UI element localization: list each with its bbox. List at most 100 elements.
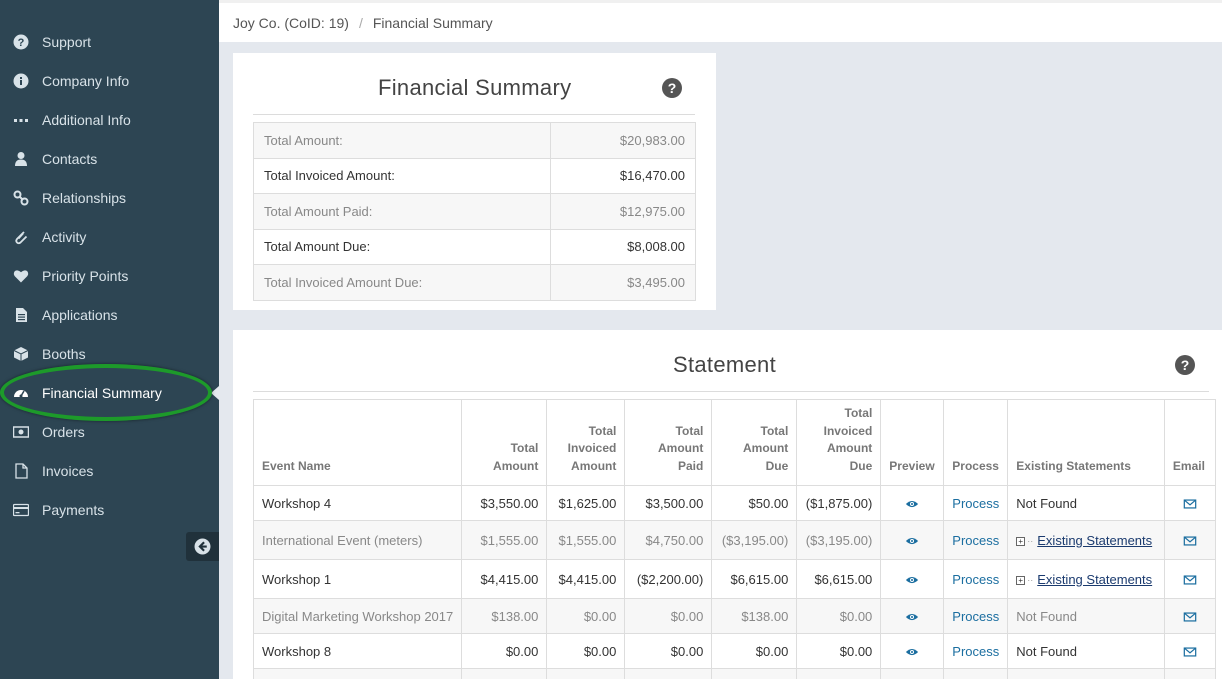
user-icon	[0, 151, 42, 167]
tree-dots-icon: ··	[1027, 536, 1034, 547]
row-label: Total Amount:	[253, 122, 551, 159]
help-icon[interactable]: ?	[1175, 355, 1195, 375]
cell-empty	[796, 668, 882, 679]
sidebar-item-financial-summary[interactable]: Financial Summary	[0, 373, 219, 412]
breadcrumb-company-link[interactable]: Joy Co. (CoID: 19)	[233, 15, 349, 31]
sidebar-item-additional-info[interactable]: Additional Info	[0, 100, 219, 139]
table-row: Total Invoiced Amount Due: $3,495.00	[253, 264, 696, 301]
sidebar-item-label: Payments	[42, 501, 105, 518]
sidebar-item-company-info[interactable]: Company Info	[0, 61, 219, 100]
cell-total-amount-paid: $0.00	[624, 598, 713, 634]
money-icon	[0, 424, 42, 440]
sidebar-item-support[interactable]: ? Support	[0, 22, 219, 61]
existing-statements-link[interactable]: Existing Statements	[1037, 572, 1152, 587]
sidebar-item-label: Activity	[42, 228, 87, 245]
info-circle-icon	[0, 73, 42, 89]
sidebar-item-applications[interactable]: Applications	[0, 295, 219, 334]
process-cell: Process	[943, 485, 1009, 521]
process-link[interactable]: Process	[952, 533, 999, 548]
cell-total-amount-paid: $3,500.00	[624, 485, 713, 521]
expand-icon[interactable]: +	[1016, 536, 1026, 546]
sidebar-item-relationships[interactable]: Relationships	[0, 178, 219, 217]
table-row: Total Amount: $20,983.00	[253, 122, 696, 159]
cell-empty	[1007, 668, 1165, 679]
sidebar-item-label: Financial Summary	[42, 384, 162, 401]
existing-statements-cell: + ·· Existing Statements	[1007, 520, 1165, 560]
preview-cell	[880, 633, 945, 669]
sidebar-item-booths[interactable]: Booths	[0, 334, 219, 373]
cell-empty	[461, 668, 548, 679]
eye-icon[interactable]	[905, 610, 919, 624]
sidebar-item-activity[interactable]: Activity	[0, 217, 219, 256]
sidebar-item-label: Applications	[42, 306, 118, 323]
file-icon	[0, 462, 42, 479]
col-total-amount: Total Amount	[461, 399, 548, 486]
cell-empty	[1163, 668, 1217, 679]
cell-total-amount: $3,550.00	[461, 485, 548, 521]
email-cell	[1163, 520, 1217, 560]
envelope-icon[interactable]	[1183, 645, 1197, 659]
col-total-invoiced-amount: Total Invoiced Amount	[546, 399, 626, 486]
cell-empty	[624, 668, 713, 679]
sidebar-collapse-button[interactable]	[186, 532, 219, 561]
col-process: Process	[943, 399, 1009, 486]
expand-icon[interactable]: +	[1016, 575, 1026, 585]
sidebar-item-invoices[interactable]: Invoices	[0, 451, 219, 490]
cell-total-amount-paid: ($2,200.00)	[624, 559, 713, 599]
col-event-name: Event Name	[252, 399, 463, 486]
sidebar-item-label: Additional Info	[42, 111, 131, 128]
arrow-circle-left-icon	[194, 538, 211, 555]
envelope-icon[interactable]	[1183, 573, 1197, 587]
breadcrumb-separator: /	[358, 14, 363, 31]
help-icon[interactable]: ?	[662, 78, 682, 98]
panel-title: Financial Summary	[378, 75, 572, 100]
cell-empty	[546, 668, 626, 679]
title-divider	[253, 391, 1209, 392]
statement-panel: Statement ? Event Name Total Amount Total…	[233, 330, 1222, 679]
sidebar-item-label: Booths	[42, 345, 86, 362]
cell-total-invoiced-amount-due: ($3,195.00)	[796, 520, 882, 560]
cell-total-amount: $4,415.00	[461, 559, 548, 599]
existing-statements-link[interactable]: Existing Statements	[1037, 533, 1152, 548]
process-link[interactable]: Process	[952, 496, 999, 511]
process-link[interactable]: Process	[952, 609, 999, 624]
cell-total-amount: $0.00	[461, 633, 548, 669]
table-row-partial	[252, 668, 1217, 679]
eye-icon[interactable]	[905, 497, 919, 511]
process-cell: Process	[943, 520, 1009, 560]
eye-icon[interactable]	[905, 534, 919, 548]
envelope-icon[interactable]	[1183, 534, 1197, 548]
cell-total-invoiced-amount: $0.00	[546, 598, 626, 634]
preview-cell	[880, 520, 945, 560]
process-link[interactable]: Process	[952, 572, 999, 587]
cell-total-amount-due: $138.00	[711, 598, 798, 634]
cell-total-invoiced-amount: $1,555.00	[546, 520, 626, 560]
sidebar-item-payments[interactable]: Payments	[0, 490, 219, 529]
row-label: Total Invoiced Amount:	[253, 157, 551, 194]
table-row: Workshop 4 $3,550.00 $1,625.00 $3,500.00…	[252, 485, 1217, 521]
envelope-icon[interactable]	[1183, 610, 1197, 624]
process-link[interactable]: Process	[952, 644, 999, 659]
sidebar: ? Support Company Info Additional Info C…	[0, 0, 219, 679]
active-item-pointer	[211, 386, 219, 400]
preview-cell	[880, 559, 945, 599]
table-row: Total Amount Due: $8,008.00	[253, 228, 696, 265]
financial-summary-panel: Financial Summary ? Total Amount: $20,983…	[233, 53, 716, 310]
cell-event-name: Workshop 8	[252, 633, 463, 669]
cell-empty	[252, 668, 463, 679]
cell-empty	[880, 668, 945, 679]
row-value: $12,975.00	[550, 193, 696, 230]
sidebar-item-orders[interactable]: Orders	[0, 412, 219, 451]
eye-icon[interactable]	[905, 573, 919, 587]
table-row: Total Invoiced Amount: $16,470.00	[253, 157, 696, 194]
sidebar-item-contacts[interactable]: Contacts	[0, 139, 219, 178]
sidebar-item-priority-points[interactable]: Priority Points	[0, 256, 219, 295]
envelope-icon[interactable]	[1183, 497, 1197, 511]
email-cell	[1163, 559, 1217, 599]
table-header-row: Event Name Total Amount Total Invoiced Amou…	[252, 399, 1217, 486]
eye-icon[interactable]	[905, 645, 919, 659]
cell-total-invoiced-amount-due: $0.00	[796, 598, 882, 634]
sidebar-item-label: Company Info	[42, 72, 130, 89]
cell-empty	[943, 668, 1009, 679]
document-icon	[0, 307, 42, 323]
